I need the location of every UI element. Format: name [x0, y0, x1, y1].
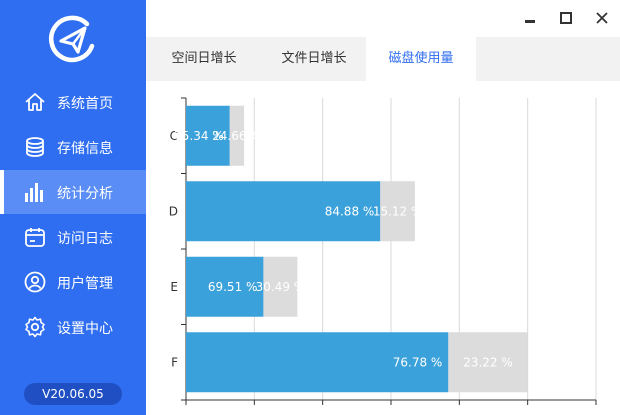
version-badge: V20.06.05	[24, 383, 122, 405]
y-tick-label: D	[169, 204, 178, 218]
calendar-log-icon	[25, 228, 45, 247]
minimize-icon[interactable]	[522, 10, 538, 26]
disk-usage-chart: C75.34 %24.66 %D 84.88 %15.12 %E 69.51 %30…	[169, 97, 597, 405]
sidebar-item-label: 设置中心	[57, 321, 113, 337]
tab-file-daily-growth[interactable]: 文件日增长	[262, 37, 366, 81]
data-label: 76.78 %	[393, 355, 443, 369]
data-label: 24.66 %	[212, 129, 262, 143]
data-label: 30.49 %	[256, 280, 306, 294]
sidebar-item-storage[interactable]: 存储信息	[0, 125, 146, 169]
database-icon	[26, 137, 44, 157]
paper-plane-logo-icon	[48, 15, 95, 63]
close-icon[interactable]	[594, 10, 610, 26]
tab-space-daily-growth[interactable]: 空间日增长	[146, 37, 262, 81]
sidebar-item-label: 用户管理	[57, 276, 113, 292]
sidebar-item-label: 系统首页	[57, 96, 113, 112]
sidebar-item-label: 存储信息	[57, 141, 113, 157]
bar-chart-icon	[25, 183, 43, 202]
sidebar-item-label: 访问日志	[57, 231, 113, 247]
maximize-icon[interactable]	[558, 10, 574, 26]
home-icon	[25, 93, 45, 111]
sidebar-item-home[interactable]: 系统首页	[0, 80, 146, 124]
data-label: 69.51 %	[208, 280, 258, 294]
sidebar-item-settings[interactable]: 设置中心	[0, 305, 146, 349]
sidebar: 系统首页 存储信息 统计分析 访问日志 用户管理 设置中心 V20.06.05	[0, 0, 146, 415]
sidebar-item-access-log[interactable]: 访问日志	[0, 215, 146, 259]
tab-disk-usage[interactable]: 磁盘使用量	[366, 37, 476, 81]
data-label: 15.12 %	[373, 204, 423, 218]
sidebar-item-user-management[interactable]: 用户管理	[0, 260, 146, 304]
user-icon	[24, 271, 46, 293]
y-tick-label: F	[171, 355, 178, 369]
data-label: 23.22 %	[463, 355, 513, 369]
gear-icon	[25, 316, 45, 338]
y-tick-label: E	[170, 280, 178, 294]
tab-bar: 空间日增长 文件日增长 磁盘使用量	[146, 37, 620, 81]
sidebar-item-label: 统计分析	[57, 186, 113, 202]
sidebar-item-statistics[interactable]: 统计分析	[0, 170, 146, 214]
data-label: 84.88 %	[325, 204, 375, 218]
